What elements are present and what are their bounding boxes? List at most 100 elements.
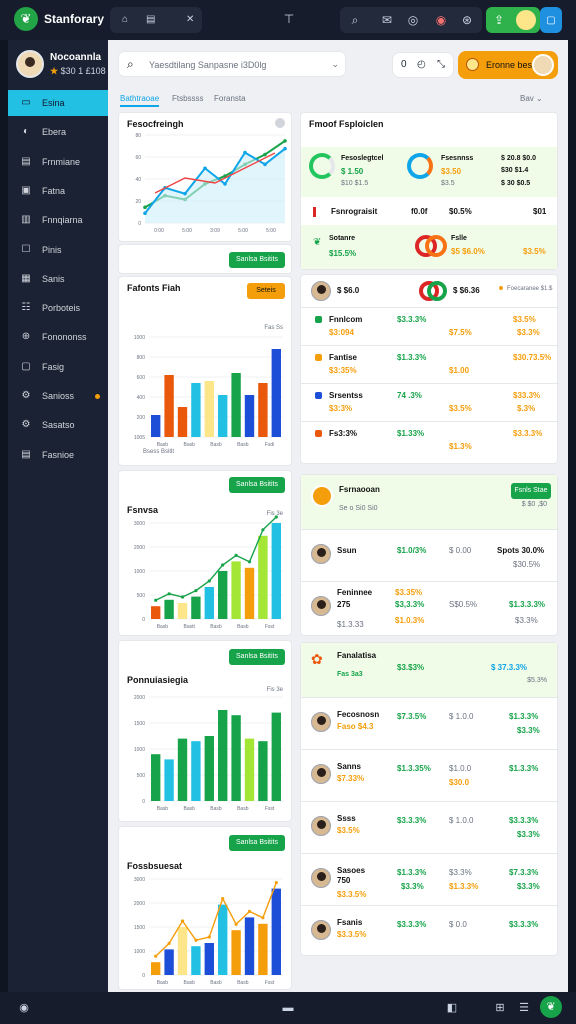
bar[interactable]: [244, 738, 255, 801]
bar[interactable]: [271, 523, 281, 619]
user-profile[interactable]: Nocoannla ★ $30 1 £108: [16, 48, 106, 88]
bar[interactable]: [151, 415, 161, 437]
sidebar-item[interactable]: ◐ Ebera: [8, 119, 108, 145]
leaf-icon[interactable]: ❦: [14, 7, 38, 31]
bar[interactable]: [231, 930, 241, 975]
sidebar-item[interactable]: ▤ Frnmiane: [8, 149, 108, 175]
leaderboard-row[interactable]: Ssun $1.0/3% $ 0.00 Spots 30.0% $30.5%: [301, 529, 559, 581]
grid-icon[interactable]: ⊞: [492, 1000, 508, 1016]
sidebar-item[interactable]: ⚙ Sanioss: [8, 383, 108, 409]
chat-icon[interactable]: ▢: [540, 7, 562, 33]
bar[interactable]: [164, 375, 174, 437]
data-point: [274, 881, 278, 885]
sidebar-item[interactable]: ▥ Fnnqiarna: [8, 207, 108, 233]
bar[interactable]: [231, 373, 241, 437]
bar[interactable]: [218, 395, 228, 437]
tab-overview[interactable]: Bathtraoae: [120, 94, 160, 107]
bar[interactable]: [177, 927, 188, 975]
bar[interactable]: [231, 561, 241, 619]
settings-icon[interactable]: ◎: [402, 9, 424, 31]
keyboard-icon[interactable]: ▬: [280, 1000, 296, 1016]
bar[interactable]: [177, 603, 188, 619]
sidebar-item[interactable]: ⚙ Sasatso: [8, 412, 108, 438]
tab-third[interactable]: Foransta: [214, 94, 246, 103]
bar[interactable]: [164, 949, 174, 975]
bar[interactable]: [244, 917, 255, 975]
holding-row[interactable]: Fsanis $3.3.5% $3.3.3% $ 0.0 $3.3.3%: [301, 905, 559, 957]
bar[interactable]: [191, 383, 201, 437]
sidebar-item[interactable]: ▤ Fasnioe: [8, 442, 108, 468]
row-value: $3.3.3%: [509, 920, 539, 929]
search-input[interactable]: ⌕ Yaesdtilang Sanpasne i3D0lg ⌄: [118, 51, 346, 77]
sidebar-item[interactable]: ▢ Fasig: [8, 354, 108, 380]
sidebar-item[interactable]: ▦ Sanis: [8, 266, 108, 292]
table-row[interactable]: Srsentss $3:3% 74 .3% $3.5% $33.3% $.3%: [301, 383, 559, 421]
expand-icon[interactable]: ⤡: [437, 59, 445, 70]
sidebar-item-label: Sasatso: [42, 420, 75, 431]
globe-icon[interactable]: ⊛: [456, 9, 478, 31]
clock-icon[interactable]: ◴: [417, 59, 426, 70]
bar[interactable]: [191, 741, 201, 801]
bar[interactable]: [231, 715, 241, 801]
pin-icon[interactable]: ⊤: [278, 8, 300, 30]
holding-row[interactable]: Sasoes 750 $3.3.5% $1.3.3% $3.3% $3.3% $1.3.3%…: [301, 853, 559, 905]
bar[interactable]: [258, 535, 268, 619]
leaf-icon[interactable]: ❦: [540, 996, 562, 1018]
account-button[interactable]: ⇪: [486, 7, 540, 33]
power-icon[interactable]: ◉: [16, 1000, 32, 1016]
bar[interactable]: [218, 904, 228, 975]
notification-icon[interactable]: ✉: [376, 9, 398, 31]
table-row[interactable]: Fs3:3% $1.33% $1.3% $3.3.3%: [301, 421, 559, 459]
record-icon[interactable]: ◉: [430, 9, 452, 31]
bar[interactable]: [191, 596, 201, 619]
bar[interactable]: [204, 587, 214, 619]
bar[interactable]: [177, 407, 188, 437]
bar[interactable]: [164, 759, 174, 801]
bar[interactable]: [271, 349, 281, 437]
bar[interactable]: [164, 599, 174, 619]
sidebar-item[interactable]: ☐ Pinis: [8, 237, 108, 263]
chart-action-button[interactable]: Sanlsa Bsitits: [229, 252, 285, 268]
sidebar-item[interactable]: ▣ Fatna: [8, 178, 108, 204]
panel-action-button[interactable]: Fsnls Stae: [511, 483, 551, 499]
bar[interactable]: [151, 606, 161, 619]
menu-icon[interactable]: ☰: [516, 1000, 532, 1016]
bar[interactable]: [271, 888, 281, 975]
view-dropdown[interactable]: Bav ⌄: [520, 94, 543, 103]
data-point: [221, 563, 225, 567]
chevron-down-icon[interactable]: ⌄: [331, 59, 339, 70]
bar[interactable]: [258, 741, 268, 801]
table-head: $ $6.0: [337, 286, 360, 295]
panel-icon[interactable]: ◧: [444, 1000, 460, 1016]
bar[interactable]: [258, 923, 268, 975]
leaderboard-row[interactable]: Feninnee 275 $3.35% $3,3.3% $1.0.3% $1.3.33 S$…: [301, 581, 559, 633]
holding-row[interactable]: Fecosnosn Faso $4.3 $7.3.5% $ 1.0.0 $1.3.3% $…: [301, 697, 559, 749]
table-row[interactable]: Fantise $3:35% $1.3.3% $1.00 $30.73.5%: [301, 345, 559, 383]
bar[interactable]: [244, 567, 255, 619]
bar[interactable]: [218, 710, 228, 801]
bar[interactable]: [204, 736, 214, 801]
search-icon[interactable]: ⌕: [344, 9, 366, 31]
bar[interactable]: [191, 946, 201, 975]
cta-button[interactable]: Eronne bes: [458, 51, 558, 79]
bar[interactable]: [258, 383, 268, 437]
sidebar-item[interactable]: ▭ Esina: [8, 90, 108, 116]
window-tab[interactable]: ⌂ ▤ ✕: [110, 7, 202, 33]
panel-sub: $ $0 ,$0: [521, 501, 547, 508]
holding-row[interactable]: Ssss $3.5% $3.3.3% $ 1.0.0 $3.3.3% $3.3%: [301, 801, 559, 853]
bar[interactable]: [204, 943, 214, 975]
sidebar-item[interactable]: ☷ Porboteis: [8, 295, 108, 321]
bar[interactable]: [218, 571, 228, 619]
holding-row[interactable]: Sanns $7.33% $1.3.35% $1.0.0 $30.0 $1.3.3%: [301, 749, 559, 801]
tab-second[interactable]: Ftsbssss: [172, 94, 204, 103]
sidebar-item[interactable]: ⊕ Fonononss: [8, 324, 108, 350]
bar[interactable]: [204, 381, 214, 437]
bar[interactable]: [271, 712, 281, 801]
close-icon[interactable]: ✕: [186, 14, 194, 25]
zero-toggle[interactable]: 0: [401, 59, 407, 70]
bar[interactable]: [151, 962, 161, 975]
bar[interactable]: [244, 395, 255, 437]
bar[interactable]: [177, 738, 188, 801]
bar[interactable]: [151, 754, 161, 801]
table-row[interactable]: Fnnlcom $3:094 $3.3.3% $7.5% $3.5% $3.3%: [301, 307, 559, 345]
